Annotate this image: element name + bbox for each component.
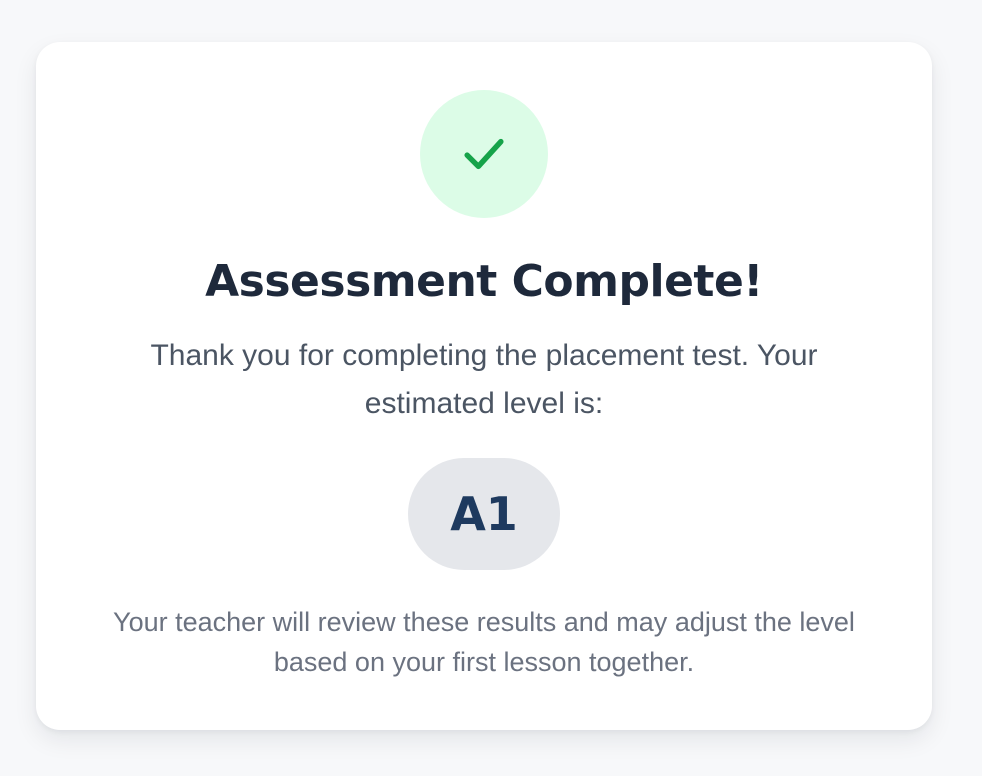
result-message: Thank you for completing the placement t…	[150, 339, 818, 420]
check-icon	[464, 138, 504, 170]
level-badge: A1	[408, 458, 560, 570]
teacher-review-note: Your teacher will review these results a…	[113, 607, 855, 677]
page-title: Assessment Complete!	[205, 256, 763, 307]
success-indicator	[420, 90, 548, 218]
assessment-result-card: Assessment Complete! Thank you for compl…	[36, 42, 932, 730]
